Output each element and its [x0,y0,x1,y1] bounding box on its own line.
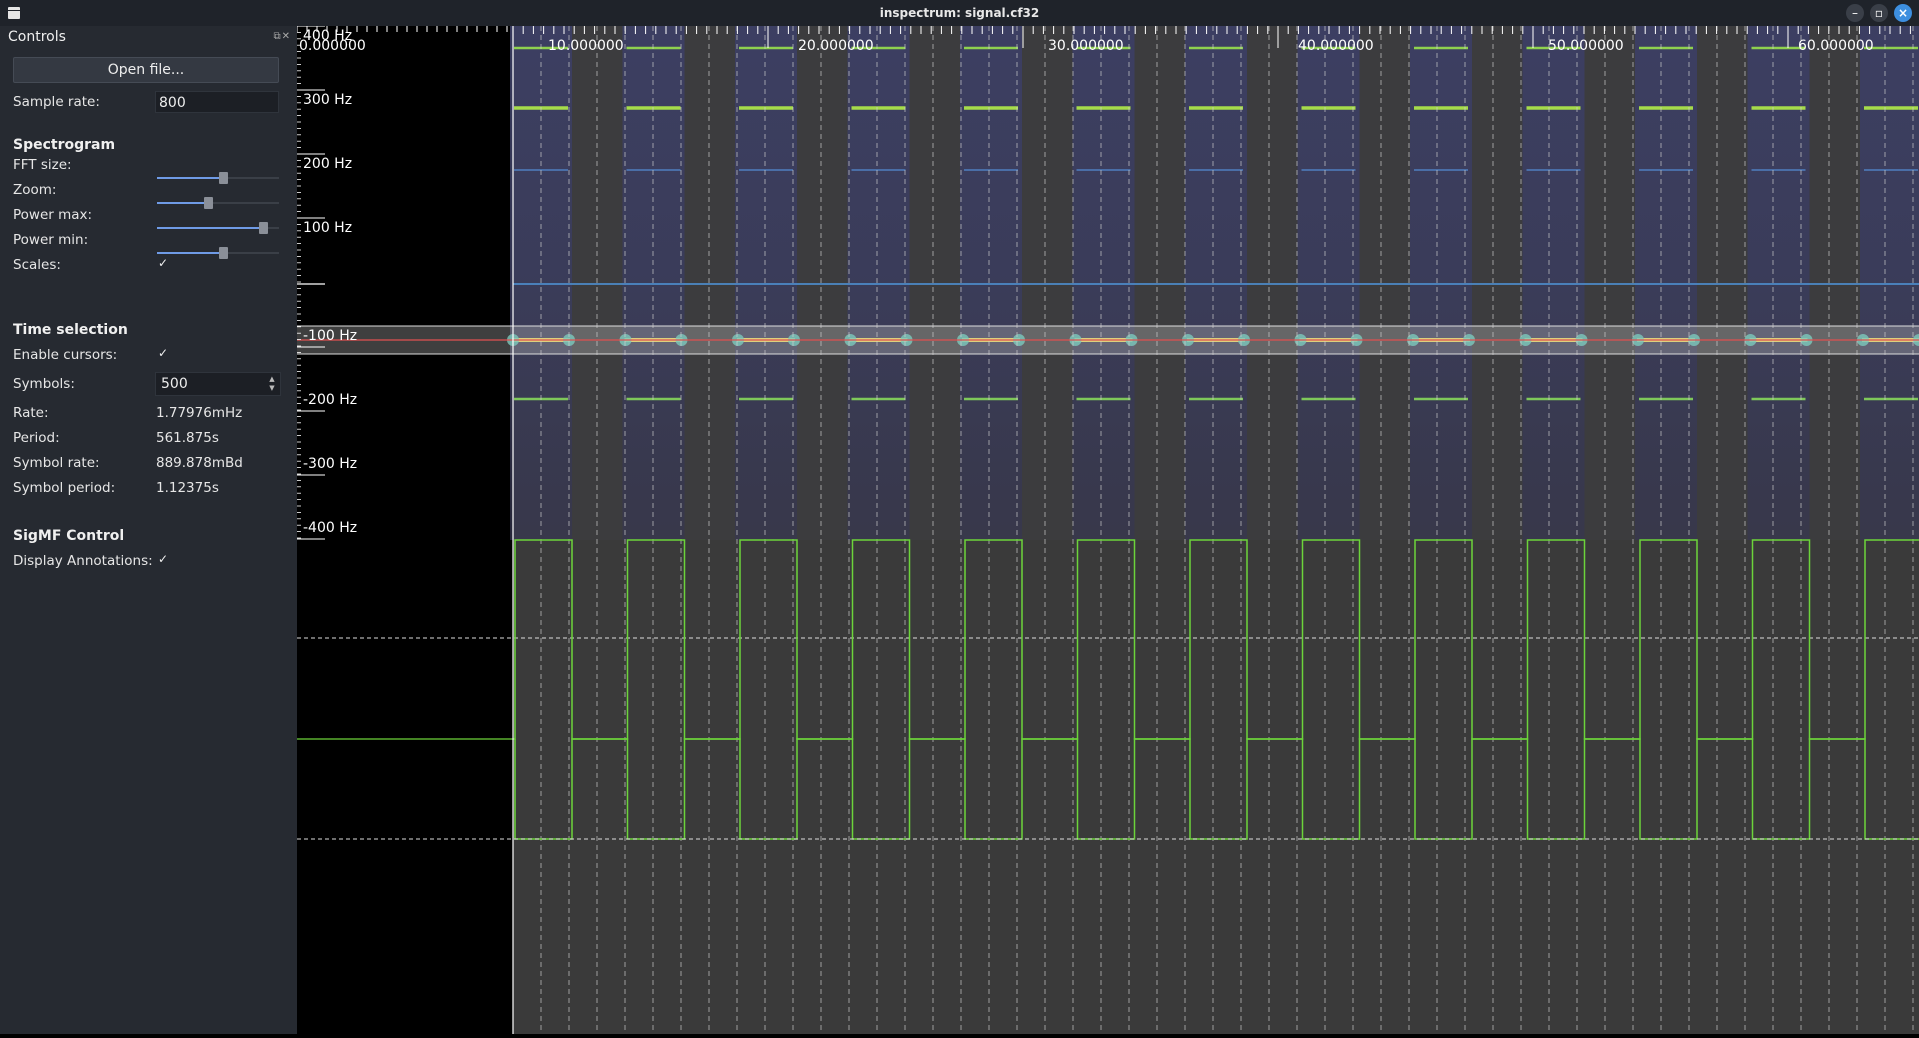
rate-value: 1.77976mHz [156,405,243,421]
freq-label-300: 300 Hz [303,92,353,108]
display-annotations-checkbox[interactable]: ✓ [158,552,168,566]
burst-column [1410,26,1472,540]
burst-column [1747,26,1810,540]
symbol-rate-label: Symbol rate: [13,455,100,471]
symbol-period-value: 1.12375s [156,480,219,496]
dock-title: Controls [8,29,66,45]
burst-column [1185,26,1247,540]
symbol-period-label: Symbol period: [13,480,116,496]
display-annotations-label: Display Annotations: [13,553,153,569]
sample-rate-label: Sample rate: [13,94,100,110]
spectrogram-heading: Spectrogram [13,137,116,153]
sample-rate-input[interactable]: 800 [155,91,279,113]
fft-size-label: FFT size: [13,157,72,173]
window-title: inspectrum: signal.cf32 [879,6,1040,20]
controls-dock: Controls ⧉✕ Open file... Sample rate: 80… [0,26,297,1034]
enable-cursors-label: Enable cursors: [13,347,118,363]
power-max-label: Power max: [13,207,93,223]
time-label-60: 60.000000 [1798,38,1874,54]
freq-label-100: 100 Hz [303,220,353,236]
fft-size-slider[interactable] [157,172,279,184]
freq-label-minus-300: -300 Hz [303,456,358,472]
period-value: 561.875s [156,430,219,446]
sigmf-heading: SigMF Control [13,528,125,544]
time-label-20: 20.000000 [798,38,874,54]
time-selection-heading: Time selection [13,322,128,338]
close-icon[interactable]: × [1894,4,1912,22]
freq-label-minus-400: -400 Hz [303,520,358,536]
burst-column [735,26,797,540]
burst-column [1522,26,1585,540]
burst-column [1635,26,1697,540]
title-bar: inspectrum: signal.cf32 – ▫ × [0,0,1919,26]
scales-label: Scales: [13,257,61,273]
burst-column [960,26,1022,540]
spin-arrows-icon[interactable]: ▲ ▼ [266,375,278,393]
open-file-button[interactable]: Open file... [13,57,279,83]
time-label-30: 30.000000 [1048,38,1124,54]
maximize-icon[interactable]: ▫ [1870,4,1888,22]
burst-column [847,26,910,540]
minimize-icon[interactable]: – [1846,4,1864,22]
period-label: Period: [13,430,60,446]
time-label-50: 50.000000 [1548,38,1624,54]
symbol-rate-value: 889.878mBd [156,455,243,471]
freq-label-200: 200 Hz [303,156,353,172]
power-min-label: Power min: [13,232,89,248]
enable-cursors-checkbox[interactable]: ✓ [158,346,168,360]
freq-label-minus-100: -100 Hz [303,328,358,344]
burst-column [1072,26,1135,540]
plot-view[interactable]: 400 Hz 300 Hz 200 Hz 100 Hz -100 Hz -200… [296,25,1919,1034]
zoom-label: Zoom: [13,182,57,198]
power-min-slider[interactable] [157,247,279,259]
rate-label: Rate: [13,405,49,421]
symbols-spinbox[interactable]: 500 ▲ ▼ [155,372,281,396]
zoom-slider[interactable] [157,197,279,209]
scales-checkbox[interactable]: ✓ [158,256,168,270]
symbols-label: Symbols: [13,376,75,392]
spectrogram-and-trace-plot[interactable] [296,25,1919,1034]
freq-label-minus-200: -200 Hz [303,392,358,408]
window-menu-icon[interactable] [8,7,20,19]
time-label-0: 0.000000 [299,38,366,54]
time-label-40: 40.000000 [1298,38,1374,54]
time-label-10: 10.000000 [548,38,624,54]
burst-column [1860,26,1919,540]
burst-column [1297,26,1360,540]
power-max-slider[interactable] [157,222,279,234]
symbols-value: 500 [161,376,188,392]
burst-column [622,26,685,540]
dock-float-close-icon[interactable]: ⧉✕ [273,31,291,42]
